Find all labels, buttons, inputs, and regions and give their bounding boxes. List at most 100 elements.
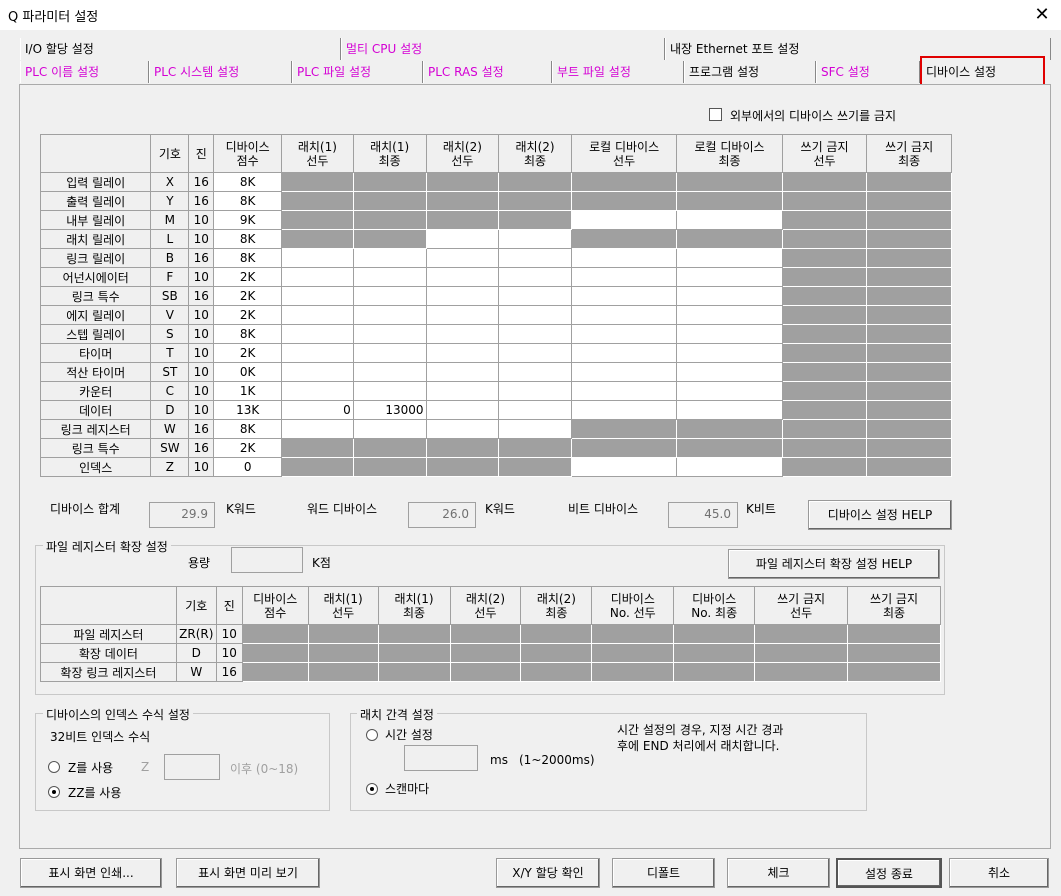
- device-cell[interactable]: [498, 343, 572, 363]
- latch1-start[interactable]: [281, 362, 354, 382]
- device-cell[interactable]: [570, 381, 678, 401]
- device-cell[interactable]: [425, 229, 500, 249]
- latch1-start[interactable]: [281, 419, 354, 439]
- file-register-help-button[interactable]: 파일 레지스터 확장 설정 HELP: [728, 549, 940, 579]
- device-cell[interactable]: [425, 305, 500, 325]
- default-button[interactable]: 디폴트: [612, 858, 715, 888]
- device-cell[interactable]: [425, 286, 500, 306]
- latch1-start[interactable]: [281, 248, 354, 268]
- device-cell[interactable]: [425, 362, 500, 382]
- latch1-start[interactable]: [281, 210, 354, 230]
- latch1-end[interactable]: [352, 343, 427, 363]
- capacity-input[interactable]: [231, 547, 303, 573]
- xy-assign-check-button[interactable]: X/Y 할당 확인: [496, 858, 600, 888]
- device-points[interactable]: 1K: [213, 381, 283, 401]
- tab-plc-file[interactable]: PLC 파일 설정: [292, 61, 422, 83]
- device-cell[interactable]: [425, 248, 500, 268]
- device-cell[interactable]: [570, 248, 678, 268]
- device-cell[interactable]: [498, 305, 572, 325]
- latch1-start[interactable]: [281, 229, 354, 249]
- latch1-end[interactable]: [352, 324, 427, 344]
- close-icon[interactable]: ✕: [1022, 0, 1061, 30]
- time-setting-radio[interactable]: [366, 729, 378, 741]
- latch1-end[interactable]: [352, 267, 427, 287]
- device-cell[interactable]: [570, 343, 678, 363]
- device-points[interactable]: 2K: [213, 267, 283, 287]
- latch1-end[interactable]: [352, 248, 427, 268]
- latch1-start[interactable]: [281, 191, 354, 211]
- device-points[interactable]: 13K: [213, 400, 283, 420]
- latch1-start[interactable]: [281, 381, 354, 401]
- device-cell[interactable]: [676, 286, 783, 306]
- device-cell[interactable]: [498, 400, 572, 420]
- latch1-start[interactable]: [281, 343, 354, 363]
- device-cell[interactable]: [676, 400, 783, 420]
- device-cell[interactable]: [570, 362, 678, 382]
- device-cell[interactable]: [676, 305, 783, 325]
- device-cell[interactable]: [676, 324, 783, 344]
- device-points[interactable]: 0K: [213, 362, 283, 382]
- device-points[interactable]: 2K: [213, 343, 283, 363]
- device-cell[interactable]: [425, 419, 500, 439]
- device-points[interactable]: 2K: [213, 438, 283, 458]
- cancel-button[interactable]: 취소: [949, 858, 1049, 888]
- latch1-end[interactable]: [352, 172, 427, 192]
- device-cell[interactable]: [676, 343, 783, 363]
- device-cell[interactable]: [676, 381, 783, 401]
- device-points[interactable]: 8K: [213, 229, 283, 249]
- device-points[interactable]: 8K: [213, 419, 283, 439]
- latch1-end[interactable]: [352, 457, 427, 477]
- tab-io-assign[interactable]: I/O 할당 설정: [20, 38, 340, 60]
- latch1-end[interactable]: [352, 438, 427, 458]
- check-button[interactable]: 체크: [727, 858, 830, 888]
- latch1-end[interactable]: [352, 210, 427, 230]
- tab-plc-system[interactable]: PLC 시스템 설정: [149, 61, 291, 83]
- device-cell[interactable]: [570, 400, 678, 420]
- device-cell[interactable]: [498, 267, 572, 287]
- device-cell[interactable]: [498, 229, 572, 249]
- device-cell[interactable]: [676, 362, 783, 382]
- latch1-end[interactable]: [352, 381, 427, 401]
- finish-setting-button[interactable]: 설정 종료: [836, 858, 942, 888]
- every-scan-radio[interactable]: [366, 783, 378, 795]
- device-cell[interactable]: [570, 210, 678, 230]
- device-cell[interactable]: [570, 305, 678, 325]
- latch1-start[interactable]: [281, 267, 354, 287]
- device-cell[interactable]: [425, 343, 500, 363]
- z-start-input[interactable]: [164, 754, 220, 780]
- device-cell[interactable]: [570, 267, 678, 287]
- tab-boot-file[interactable]: 부트 파일 설정: [552, 61, 683, 83]
- latch1-start[interactable]: [281, 286, 354, 306]
- latch1-start[interactable]: [281, 305, 354, 325]
- device-points[interactable]: 2K: [213, 305, 283, 325]
- device-cell[interactable]: [570, 457, 678, 477]
- latch1-end[interactable]: 13000: [352, 400, 427, 420]
- device-cell[interactable]: [570, 286, 678, 306]
- latch1-end[interactable]: [352, 286, 427, 306]
- device-points[interactable]: 8K: [213, 248, 283, 268]
- device-cell[interactable]: [498, 248, 572, 268]
- tab-plc-ras[interactable]: PLC RAS 설정: [423, 61, 551, 83]
- use-z-radio[interactable]: [48, 761, 60, 773]
- device-cell[interactable]: [425, 267, 500, 287]
- latch1-end[interactable]: [352, 419, 427, 439]
- tab-sfc[interactable]: SFC 설정: [816, 61, 919, 83]
- device-cell[interactable]: [676, 210, 783, 230]
- use-zz-radio[interactable]: [48, 786, 60, 798]
- device-setting-help-button[interactable]: 디바이스 설정 HELP: [808, 500, 952, 530]
- tab-program[interactable]: 프로그램 설정: [684, 61, 815, 83]
- device-points[interactable]: 8K: [213, 324, 283, 344]
- device-points[interactable]: 8K: [213, 172, 283, 192]
- latch1-start[interactable]: [281, 438, 354, 458]
- tab-multi-cpu[interactable]: 멀티 CPU 설정: [341, 38, 664, 60]
- latch1-start[interactable]: 0: [281, 400, 354, 420]
- latch1-start[interactable]: [281, 457, 354, 477]
- preview-button[interactable]: 표시 화면 미리 보기: [176, 858, 320, 888]
- tab-device-active[interactable]: 디바이스 설정: [920, 56, 1045, 86]
- latch1-end[interactable]: [352, 229, 427, 249]
- device-cell[interactable]: [498, 286, 572, 306]
- latch1-start[interactable]: [281, 172, 354, 192]
- device-cell[interactable]: [676, 267, 783, 287]
- device-cell[interactable]: [425, 324, 500, 344]
- device-cell[interactable]: [498, 419, 572, 439]
